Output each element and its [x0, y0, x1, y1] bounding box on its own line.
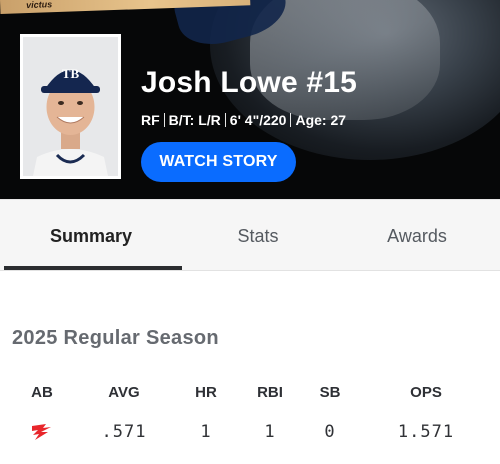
player-headshot: TB: [20, 34, 121, 179]
tab-summary[interactable]: Summary: [0, 200, 182, 272]
header-sb: SB: [319, 384, 341, 401]
value-ops: 1.571: [397, 422, 455, 442]
player-portrait-icon: TB: [23, 37, 118, 176]
value-ab: [12, 422, 72, 447]
value-avg: .571: [101, 422, 147, 442]
bio-bats-throws: B/T: L/R: [168, 112, 221, 128]
bio-divider: [224, 113, 226, 127]
svg-text:TB: TB: [62, 66, 80, 81]
header-rbi: RBI: [257, 384, 283, 401]
value-hr: 1: [200, 422, 212, 442]
value-rbi: 1: [264, 422, 276, 442]
selected-tab-indicator: [4, 266, 182, 270]
watch-story-button[interactable]: WATCH STORY: [141, 142, 296, 182]
bat-brand-text: victus: [26, 0, 53, 11]
header-ops: OPS: [410, 384, 442, 401]
red-flame-logo-icon: [32, 424, 51, 440]
header-hr: HR: [195, 384, 217, 401]
value-sb: 0: [324, 422, 336, 442]
player-bio: RF B/T: L/R 6' 4"/220 Age: 27: [141, 112, 346, 128]
bio-divider: [290, 113, 292, 127]
bio-divider: [163, 113, 165, 127]
player-name: Josh Lowe #15: [141, 66, 358, 99]
tab-stats[interactable]: Stats: [182, 200, 334, 272]
bio-height-weight: 6' 4"/220: [229, 112, 287, 128]
player-hero-banner: victus TB Josh Lowe #15 RF B/T: L/R 6' 4"/…: [0, 0, 500, 199]
header-ab: AB: [31, 384, 53, 401]
header-avg: AVG: [108, 384, 140, 401]
season-title: 2025 Regular Season: [12, 327, 219, 349]
tab-awards[interactable]: Awards: [334, 200, 500, 272]
bio-position: RF: [141, 112, 160, 128]
bio-age: Age: 27: [295, 112, 347, 128]
tab-bar: Summary Stats Awards: [0, 199, 500, 271]
